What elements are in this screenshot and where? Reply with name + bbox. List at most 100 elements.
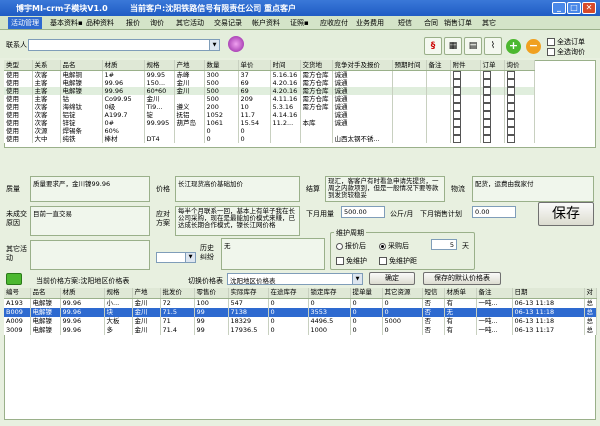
row-checkbox[interactable] [506, 134, 515, 143]
price-col-header[interactable]: 在途库存 [268, 288, 309, 299]
row-checkbox[interactable] [452, 102, 461, 111]
maximize-icon[interactable]: □ [567, 2, 581, 14]
contact-lookup-icon[interactable] [228, 36, 244, 52]
activity-col-header[interactable]: 关系 [32, 60, 61, 71]
row-checkbox[interactable] [506, 110, 515, 119]
row-checkbox[interactable] [482, 134, 491, 143]
grid-view-icon[interactable]: ▦ [444, 37, 462, 55]
logistics-field[interactable]: 配货，运费由我家付 [472, 176, 594, 202]
activity-col-header[interactable]: 规格 [144, 60, 175, 71]
price-col-header[interactable]: 批发价 [160, 288, 195, 299]
activity-row[interactable]: 使用 大中 纯铁 棒材 DT4 0 0 山西太钢不锈... [4, 134, 535, 143]
activity-col-header[interactable]: 单价 [238, 60, 271, 71]
other-activity-select[interactable]: ▼ [156, 252, 196, 263]
plan-field[interactable]: 每半个月联系一回，基本上有单子我在长公司采购，现在是最能加价模式来赚，已达成长期… [175, 206, 300, 236]
price-row[interactable]: B009 电解镍 99.96 块金川 71.5 99 7138 0 3553 0 0 否无 06-13 … [4, 307, 597, 317]
activity-col-header[interactable]: 备注 [426, 60, 451, 71]
settle-field[interactable]: 现汇，客客户有时看急申请先提货，一周之内款项到，但是一般情况下要等款到发货较稳妥 [325, 176, 445, 202]
row-checkbox[interactable] [482, 102, 491, 111]
price-col-header[interactable]: 提单量 [350, 288, 383, 299]
after-quote-radio[interactable]: 报价后 [336, 241, 366, 251]
save-button[interactable]: 保存 [538, 202, 594, 226]
row-checkbox[interactable] [482, 94, 491, 103]
price-row[interactable]: A193 电解镍 99.96 小... 金川 72 100 547 0 0 0 0 否有一吨... 06-… [4, 298, 597, 308]
add-icon[interactable]: + [506, 39, 521, 54]
activity-col-header[interactable]: 询价 [504, 60, 535, 71]
activity-col-header[interactable]: 类型 [4, 60, 33, 71]
next-month-usage-input[interactable]: 500.00 [341, 206, 385, 218]
price-col-header[interactable]: 零售价 [194, 288, 229, 299]
row-checkbox[interactable] [506, 118, 515, 127]
price-col-header[interactable]: 备注 [476, 288, 513, 299]
menu-item-1[interactable]: 基本资料▪ [50, 18, 83, 28]
fail-reason-field[interactable]: 目前一直交易 [30, 206, 150, 236]
text-format-icon[interactable]: § [424, 37, 442, 55]
free-maintain-distance-checkbox[interactable]: 免维护距 [379, 256, 417, 266]
activity-row[interactable]: 使用 次客 铝锭 A199.7 锭抚铝 1052 11.7 4.14.16 诚通 [4, 110, 535, 119]
price-col-header[interactable]: 短信 [422, 288, 445, 299]
row-checkbox[interactable] [452, 70, 461, 79]
menu-item-4[interactable]: 询价 [150, 18, 164, 28]
activity-row[interactable]: 使用 次源 焊锡条 60% 0 0 [4, 126, 535, 135]
next-month-plan-input[interactable]: 0.00 [472, 206, 516, 218]
price-field[interactable]: 长江现货高价基础加价 [175, 176, 300, 202]
menu-item-11[interactable]: 短信 [398, 18, 412, 28]
free-maintain-distance-box[interactable] [379, 257, 387, 265]
activity-col-header[interactable]: 预期时间 [392, 60, 427, 71]
row-checkbox[interactable] [482, 118, 491, 127]
activity-col-header[interactable]: 订单 [480, 60, 505, 71]
row-checkbox[interactable] [506, 70, 515, 79]
row-checkbox[interactable] [452, 110, 461, 119]
price-col-header[interactable]: 规格 [104, 288, 133, 299]
row-checkbox[interactable] [482, 70, 491, 79]
close-icon[interactable]: ✕ [582, 2, 596, 14]
price-col-header[interactable]: 产地 [132, 288, 161, 299]
price-col-header[interactable]: 材质 [60, 288, 105, 299]
activity-col-header[interactable]: 材质 [102, 60, 145, 71]
row-checkbox[interactable] [452, 118, 461, 127]
activity-col-header[interactable]: 数量 [204, 60, 239, 71]
activity-col-header[interactable]: 附件 [450, 60, 481, 71]
price-col-header[interactable]: 其它资源 [382, 288, 423, 299]
activity-row[interactable]: 使用 次客 锌锭 0# 99.995 葫芦岛 1061 15.54 11.2... 本库 诚通 [4, 118, 535, 127]
activity-col-header[interactable]: 交货地 [300, 60, 333, 71]
menu-item-6[interactable]: 交易记录 [214, 18, 242, 28]
after-purchase-radio[interactable]: 采购后 [379, 241, 409, 251]
price-row[interactable]: A009 电解镍 99.96 大板 金川 71 99 18329 0 4496.5 0 5000 否有一… [4, 316, 597, 326]
row-checkbox[interactable] [482, 86, 491, 95]
select-all-orders-checkbox[interactable] [547, 38, 555, 46]
after-quote-radio-dot[interactable] [336, 242, 343, 250]
activity-row[interactable]: 使用 次客 电解铜 1# 99.95 赤峰 300 37 5.16.16 需方仓库 诚通 [4, 70, 535, 79]
row-checkbox[interactable] [452, 126, 461, 135]
menu-item-8[interactable]: 证照▪ [290, 18, 309, 28]
menu-item-7[interactable]: 帐户资料 [252, 18, 280, 28]
attach-icon[interactable]: ⌇ [484, 37, 502, 55]
maintain-days-input[interactable]: 5 [431, 239, 457, 250]
menu-item-5[interactable]: 其它活动 [176, 18, 204, 28]
menu-item-3[interactable]: 报价 [126, 18, 140, 28]
free-maintain-checkbox[interactable]: 免维护 [336, 256, 367, 266]
remove-icon[interactable]: − [526, 39, 541, 54]
other-activity-field[interactable] [30, 240, 150, 270]
activity-col-header[interactable]: 产地 [174, 60, 205, 71]
row-checkbox[interactable] [506, 126, 515, 135]
menu-item-9[interactable]: 应收应付 [320, 18, 348, 28]
activity-col-header[interactable]: 品名 [60, 60, 103, 71]
row-checkbox[interactable] [482, 110, 491, 119]
menu-item-13[interactable]: 销售订单 [444, 18, 472, 28]
activity-col-header[interactable]: 竞争对手及报价 [332, 60, 393, 71]
save-default-price-button[interactable]: 保存的默认价格表 [423, 272, 501, 285]
price-col-header[interactable]: 对 [584, 288, 597, 299]
menu-item-12[interactable]: 合同 [424, 18, 438, 28]
price-col-header[interactable]: 锁定库存 [308, 288, 351, 299]
menu-item-0[interactable]: 活动管理 [8, 17, 42, 29]
activity-row[interactable]: 使用 主客钴 Co99.95 金川 500 209 4.11.16 需方仓库 诚通 [4, 94, 535, 103]
minimize-icon[interactable]: _ [552, 2, 566, 14]
confirm-button[interactable]: 确定 [369, 272, 415, 285]
row-checkbox[interactable] [506, 86, 515, 95]
row-checkbox[interactable] [452, 94, 461, 103]
menu-item-10[interactable]: 业务费用 [356, 18, 384, 28]
price-col-header[interactable]: 实际库存 [228, 288, 269, 299]
select-all-orders[interactable]: 全选订单 [547, 37, 585, 47]
price-table-select[interactable]: 沈阳地区价格表 ▼ [227, 273, 363, 285]
